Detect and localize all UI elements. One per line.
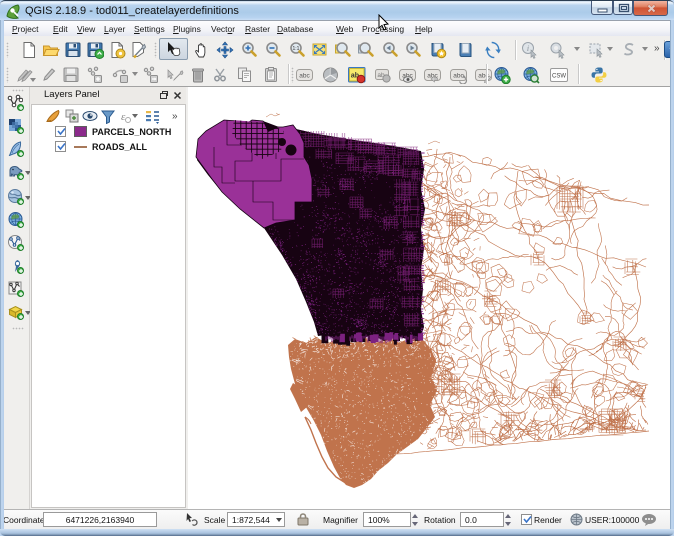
svg-text:i: i — [527, 44, 529, 53]
svg-text:ε: ε — [121, 111, 126, 123]
svg-text:abc: abc — [453, 73, 464, 80]
svg-text:CSW: CSW — [552, 74, 566, 80]
svg-text:abc: abc — [299, 73, 310, 80]
